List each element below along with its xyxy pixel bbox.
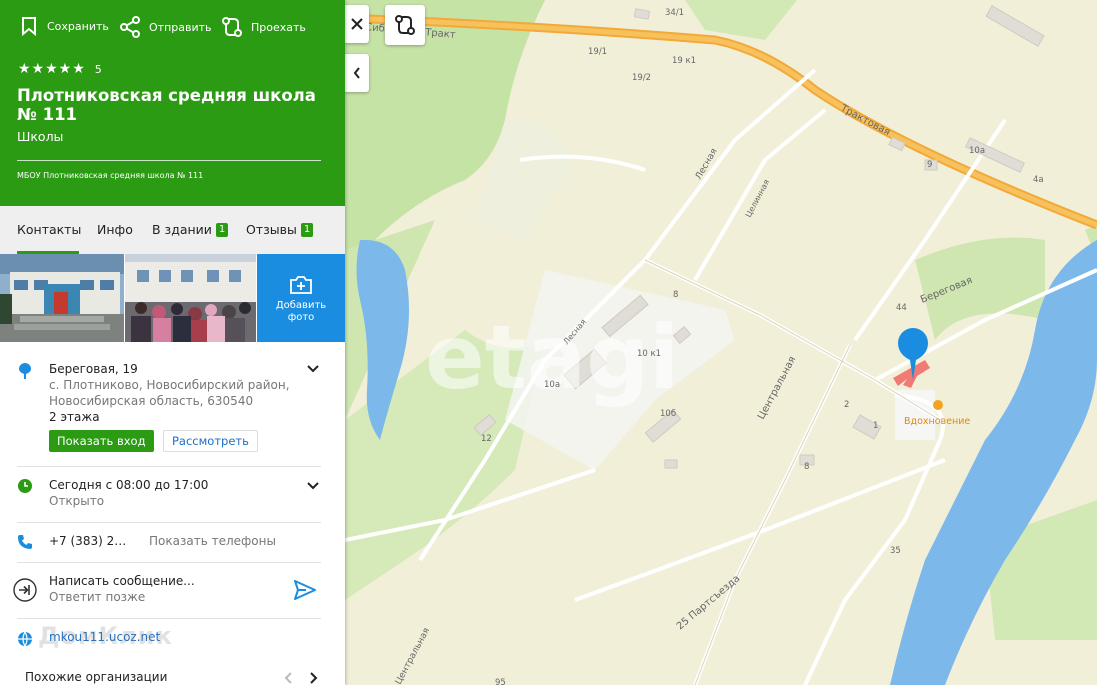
close-icon — [351, 18, 363, 30]
camera-plus-icon — [290, 276, 312, 294]
tab-badge: 1 — [300, 222, 314, 237]
tab-badge: 1 — [215, 222, 229, 237]
add-photo-label-1: Добавить — [275, 300, 327, 311]
place-category[interactable]: Школы — [17, 129, 63, 144]
place-header: Сохранить Отправить Проехать ★★★★★ 5 Пло… — [0, 0, 345, 206]
tab-label: В здании — [152, 222, 212, 237]
photo-thumbnail[interactable] — [125, 254, 256, 342]
share-label: Отправить — [149, 20, 212, 34]
address-section: Береговая, 19 с. Плотниково, Новосибирск… — [0, 342, 345, 466]
rating-stars: ★★★★★ — [18, 61, 86, 77]
phone-icon — [18, 535, 32, 549]
domclick-watermark: ДомКлик — [38, 622, 173, 650]
poi-icon[interactable] — [933, 400, 943, 410]
house-number: 35 — [890, 546, 901, 556]
floors-count: 2 этажа — [49, 410, 100, 424]
view-3d-button[interactable]: Рассмотреть — [163, 430, 258, 452]
address-region: Новосибирская область, 630540 — [49, 394, 254, 408]
map-view[interactable]: etagi Сибирский Тракт Трактовая Лесная Л… — [345, 0, 1097, 685]
message-sub: Ответит позже — [49, 590, 146, 604]
chevron-down-icon[interactable] — [306, 481, 320, 491]
tab-label: Инфо — [97, 222, 133, 237]
send-icon[interactable] — [294, 580, 316, 600]
phone-number[interactable]: +7 (383) 2… — [49, 534, 126, 548]
rating-value: 5 — [94, 62, 103, 76]
chevron-left-icon — [353, 67, 360, 79]
house-number: 10а — [544, 380, 560, 390]
add-photo-button[interactable]: Добавить фото — [257, 254, 345, 342]
close-button[interactable] — [345, 5, 369, 43]
house-number: 4а — [1033, 175, 1044, 185]
house-number: 19/1 — [588, 47, 607, 57]
house-number: 19 к1 — [672, 56, 696, 66]
house-number: 19/2 — [632, 73, 651, 83]
tab-in-building[interactable]: В здании 1 — [152, 222, 229, 237]
map-canvas[interactable]: etagi Сибирский Тракт Трактовая Лесная Л… — [345, 0, 1097, 685]
address-locality: с. Плотниково, Новосибирский район, — [49, 378, 290, 392]
house-number: 8 — [673, 290, 678, 300]
show-phones-link[interactable]: Показать телефоны — [149, 534, 276, 548]
route-icon — [395, 15, 415, 35]
chevron-right-icon[interactable] — [308, 672, 318, 684]
share-button[interactable]: Отправить — [119, 16, 212, 38]
tab-info[interactable]: Инфо — [97, 222, 133, 237]
divider — [17, 618, 321, 619]
tab-label: Отзывы — [246, 222, 297, 237]
house-number: 34/1 — [665, 8, 684, 18]
save-label: Сохранить — [47, 19, 109, 33]
tab-bar: Контакты Инфо В здании 1 Отзывы 1 — [0, 206, 345, 254]
location-pin-icon — [19, 363, 31, 379]
similar-orgs-title: Похожие организации — [25, 670, 168, 684]
tab-reviews[interactable]: Отзывы 1 — [246, 222, 314, 237]
house-number: 44 — [896, 303, 907, 313]
hours-status: Открыто — [49, 494, 105, 508]
divider — [17, 466, 321, 467]
photo-thumbnail[interactable] — [0, 254, 124, 342]
route-icon — [222, 17, 242, 37]
globe-icon — [18, 631, 32, 647]
bookmark-icon — [22, 17, 36, 36]
route-button[interactable]: Проехать — [221, 16, 306, 38]
legal-name: МБОУ Плотниковская средняя школа № 111 — [17, 171, 204, 180]
photo-strip: Добавить фото — [0, 254, 345, 342]
header-divider — [17, 160, 321, 161]
clock-icon — [18, 479, 32, 493]
house-number: 2 — [844, 400, 849, 410]
chevron-left-icon[interactable] — [284, 672, 294, 684]
chevron-down-icon[interactable] — [306, 364, 320, 374]
route-map-button[interactable] — [385, 5, 425, 45]
tab-contacts[interactable]: Контакты — [17, 222, 81, 237]
house-number: 12 — [481, 434, 492, 444]
poi-label[interactable]: Вдохновение — [904, 416, 970, 427]
house-number: 1 — [873, 421, 878, 431]
divider — [17, 562, 321, 563]
message-label[interactable]: Написать сообщение... — [49, 574, 195, 588]
house-number: 10б — [660, 409, 676, 419]
house-number: 10а — [969, 146, 985, 156]
divider — [17, 522, 321, 523]
house-number: 10 к1 — [637, 349, 661, 359]
collapse-panel-button[interactable] — [345, 54, 369, 92]
share-icon — [120, 16, 140, 38]
house-number: 9 — [927, 160, 932, 170]
chat-enter-icon — [13, 578, 37, 602]
add-photo-label-2: фото — [287, 312, 315, 323]
address-street[interactable]: Береговая, 19 — [49, 362, 138, 376]
place-card-panel: Сохранить Отправить Проехать ★★★★★ 5 Пло… — [0, 0, 345, 685]
rating[interactable]: ★★★★★ 5 — [18, 61, 103, 77]
tab-label: Контакты — [17, 222, 82, 237]
hours-schedule[interactable]: Сегодня с 08:00 до 17:00 — [49, 478, 208, 492]
save-button[interactable]: Сохранить — [19, 16, 109, 36]
place-title: Плотниковская средняя школа № 111 — [17, 86, 316, 124]
house-number: 8 — [804, 462, 809, 472]
show-entrance-button[interactable]: Показать вход — [49, 430, 154, 452]
house-number: 95 — [495, 678, 506, 685]
route-label: Проехать — [251, 20, 306, 34]
